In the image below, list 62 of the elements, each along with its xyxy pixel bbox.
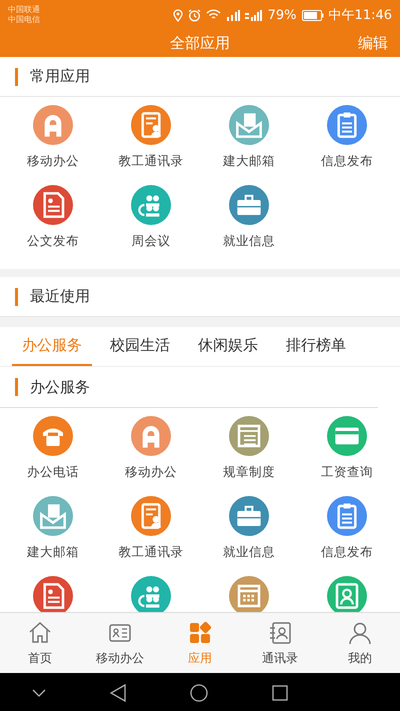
app-label[interactable]: 周会议 bbox=[132, 233, 170, 250]
app-label[interactable]: 建大邮箱 bbox=[223, 153, 275, 170]
battery-icon bbox=[302, 10, 324, 20]
app-label[interactable]: 移动办公 bbox=[27, 153, 79, 170]
nav-tab[interactable]: 通讯录 bbox=[240, 613, 320, 673]
back-icon[interactable] bbox=[110, 684, 126, 702]
home-icon bbox=[27, 620, 53, 646]
nav-tab[interactable]: 我的 bbox=[320, 613, 400, 673]
app-label[interactable]: 移动办公 bbox=[125, 464, 177, 481]
category-tab[interactable]: 排行榜单 bbox=[276, 327, 356, 366]
category-tab[interactable]: 休闲娱乐 bbox=[188, 327, 268, 366]
app-icon[interactable] bbox=[229, 576, 269, 612]
app-icon[interactable] bbox=[33, 496, 73, 536]
app-icon[interactable] bbox=[327, 105, 367, 145]
carrier-name: 中国联通 bbox=[8, 5, 41, 15]
location-icon bbox=[172, 8, 183, 22]
app-label[interactable]: 教工通讯录 bbox=[118, 153, 184, 170]
section-title: 办公服务 bbox=[30, 378, 90, 396]
app-icon[interactable] bbox=[229, 496, 269, 536]
nav-tab[interactable]: 首页 bbox=[0, 613, 80, 673]
app-icon[interactable] bbox=[327, 496, 367, 536]
app-icon[interactable] bbox=[131, 185, 171, 225]
chevron-down-icon[interactable] bbox=[32, 688, 46, 696]
page-title: 全部应用 bbox=[170, 34, 230, 53]
app-icon[interactable] bbox=[131, 576, 171, 612]
wifi-icon bbox=[206, 9, 221, 21]
app-label[interactable]: 公文发布 bbox=[27, 233, 79, 250]
app-label[interactable]: 建大邮箱 bbox=[27, 544, 79, 561]
app-label[interactable]: 就业信息 bbox=[223, 233, 275, 250]
app-label[interactable]: 办公电话 bbox=[27, 464, 79, 481]
app-icon[interactable] bbox=[33, 416, 73, 456]
app-icon[interactable] bbox=[33, 185, 73, 225]
app-icon[interactable] bbox=[327, 416, 367, 456]
app-icon[interactable] bbox=[131, 105, 171, 145]
alarm-icon bbox=[188, 8, 201, 22]
battery-level: 79% bbox=[268, 8, 297, 22]
signal-icon bbox=[226, 10, 240, 20]
app-label[interactable]: 信息发布 bbox=[321, 544, 373, 561]
app-label[interactable]: 信息发布 bbox=[321, 153, 373, 170]
app-icon[interactable] bbox=[229, 185, 269, 225]
app-icon[interactable] bbox=[229, 416, 269, 456]
app-label[interactable]: 工资查询 bbox=[321, 464, 373, 481]
address-book-icon bbox=[267, 620, 293, 646]
app-icon[interactable] bbox=[33, 105, 73, 145]
carrier-name: 中国电信 bbox=[8, 15, 41, 25]
section-title: 常用应用 bbox=[30, 67, 90, 86]
app-label[interactable]: 就业信息 bbox=[223, 544, 275, 561]
app-icon[interactable] bbox=[33, 576, 73, 612]
app-icon[interactable] bbox=[327, 576, 367, 612]
recents-icon[interactable] bbox=[272, 684, 288, 700]
app-label[interactable]: 规章制度 bbox=[223, 464, 275, 481]
nav-tab[interactable]: 移动办公 bbox=[80, 613, 160, 673]
app-icon[interactable] bbox=[131, 416, 171, 456]
category-tab[interactable]: 校园生活 bbox=[100, 327, 180, 366]
app-icon[interactable] bbox=[229, 105, 269, 145]
app-icon[interactable] bbox=[131, 496, 171, 536]
signal-icon bbox=[244, 10, 263, 20]
section-title: 最近使用 bbox=[30, 287, 90, 306]
apps-icon bbox=[187, 620, 213, 646]
clock: 中午11:46 bbox=[328, 7, 392, 24]
home-icon[interactable] bbox=[190, 684, 208, 702]
app-label[interactable]: 教工通讯录 bbox=[118, 544, 184, 561]
